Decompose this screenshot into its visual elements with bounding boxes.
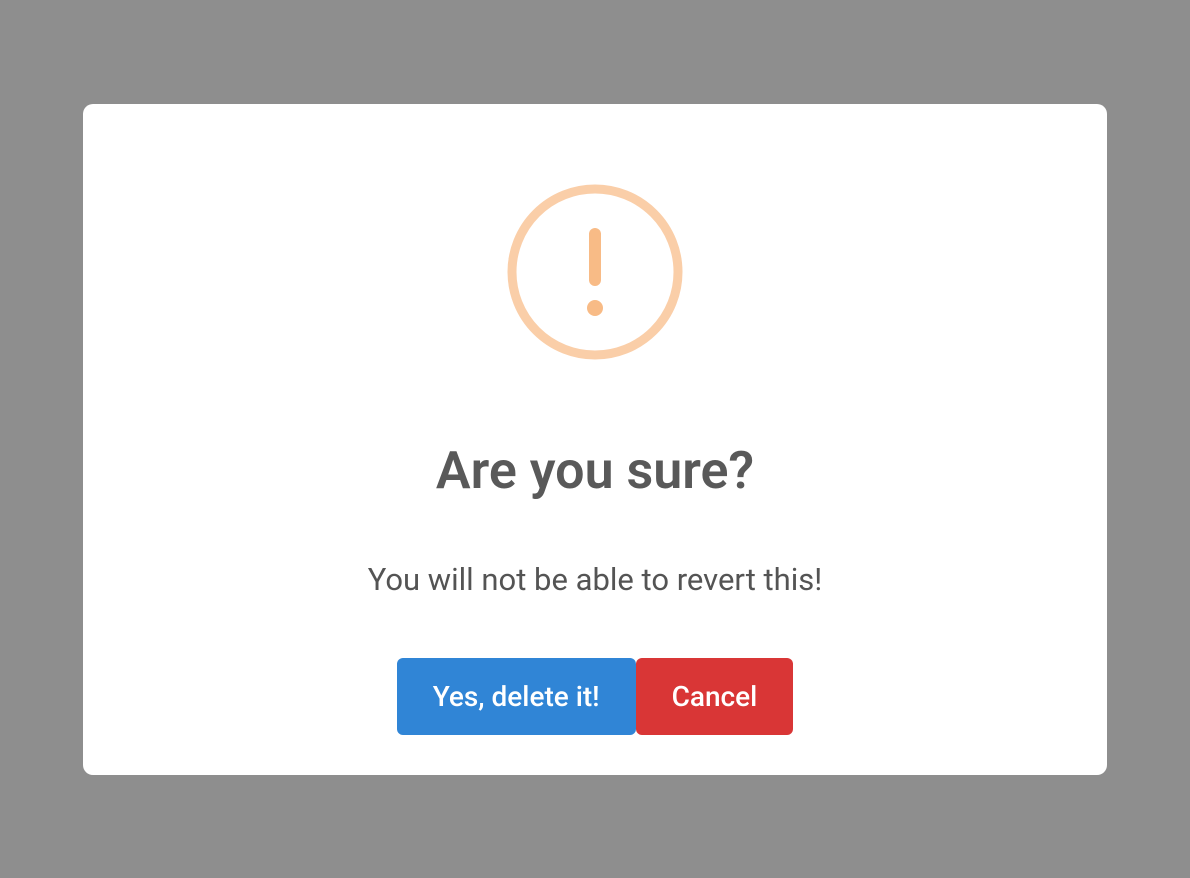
dialog-message: You will not be able to revert this! [368,561,823,598]
dialog-actions: Yes, delete it! Cancel [397,658,794,735]
dialog-title: Are you sure? [436,440,754,501]
confirm-button[interactable]: Yes, delete it! [397,658,636,735]
cancel-button[interactable]: Cancel [636,658,794,735]
confirm-dialog: Are you sure? You will not be able to re… [83,104,1107,775]
warning-icon [507,184,683,360]
